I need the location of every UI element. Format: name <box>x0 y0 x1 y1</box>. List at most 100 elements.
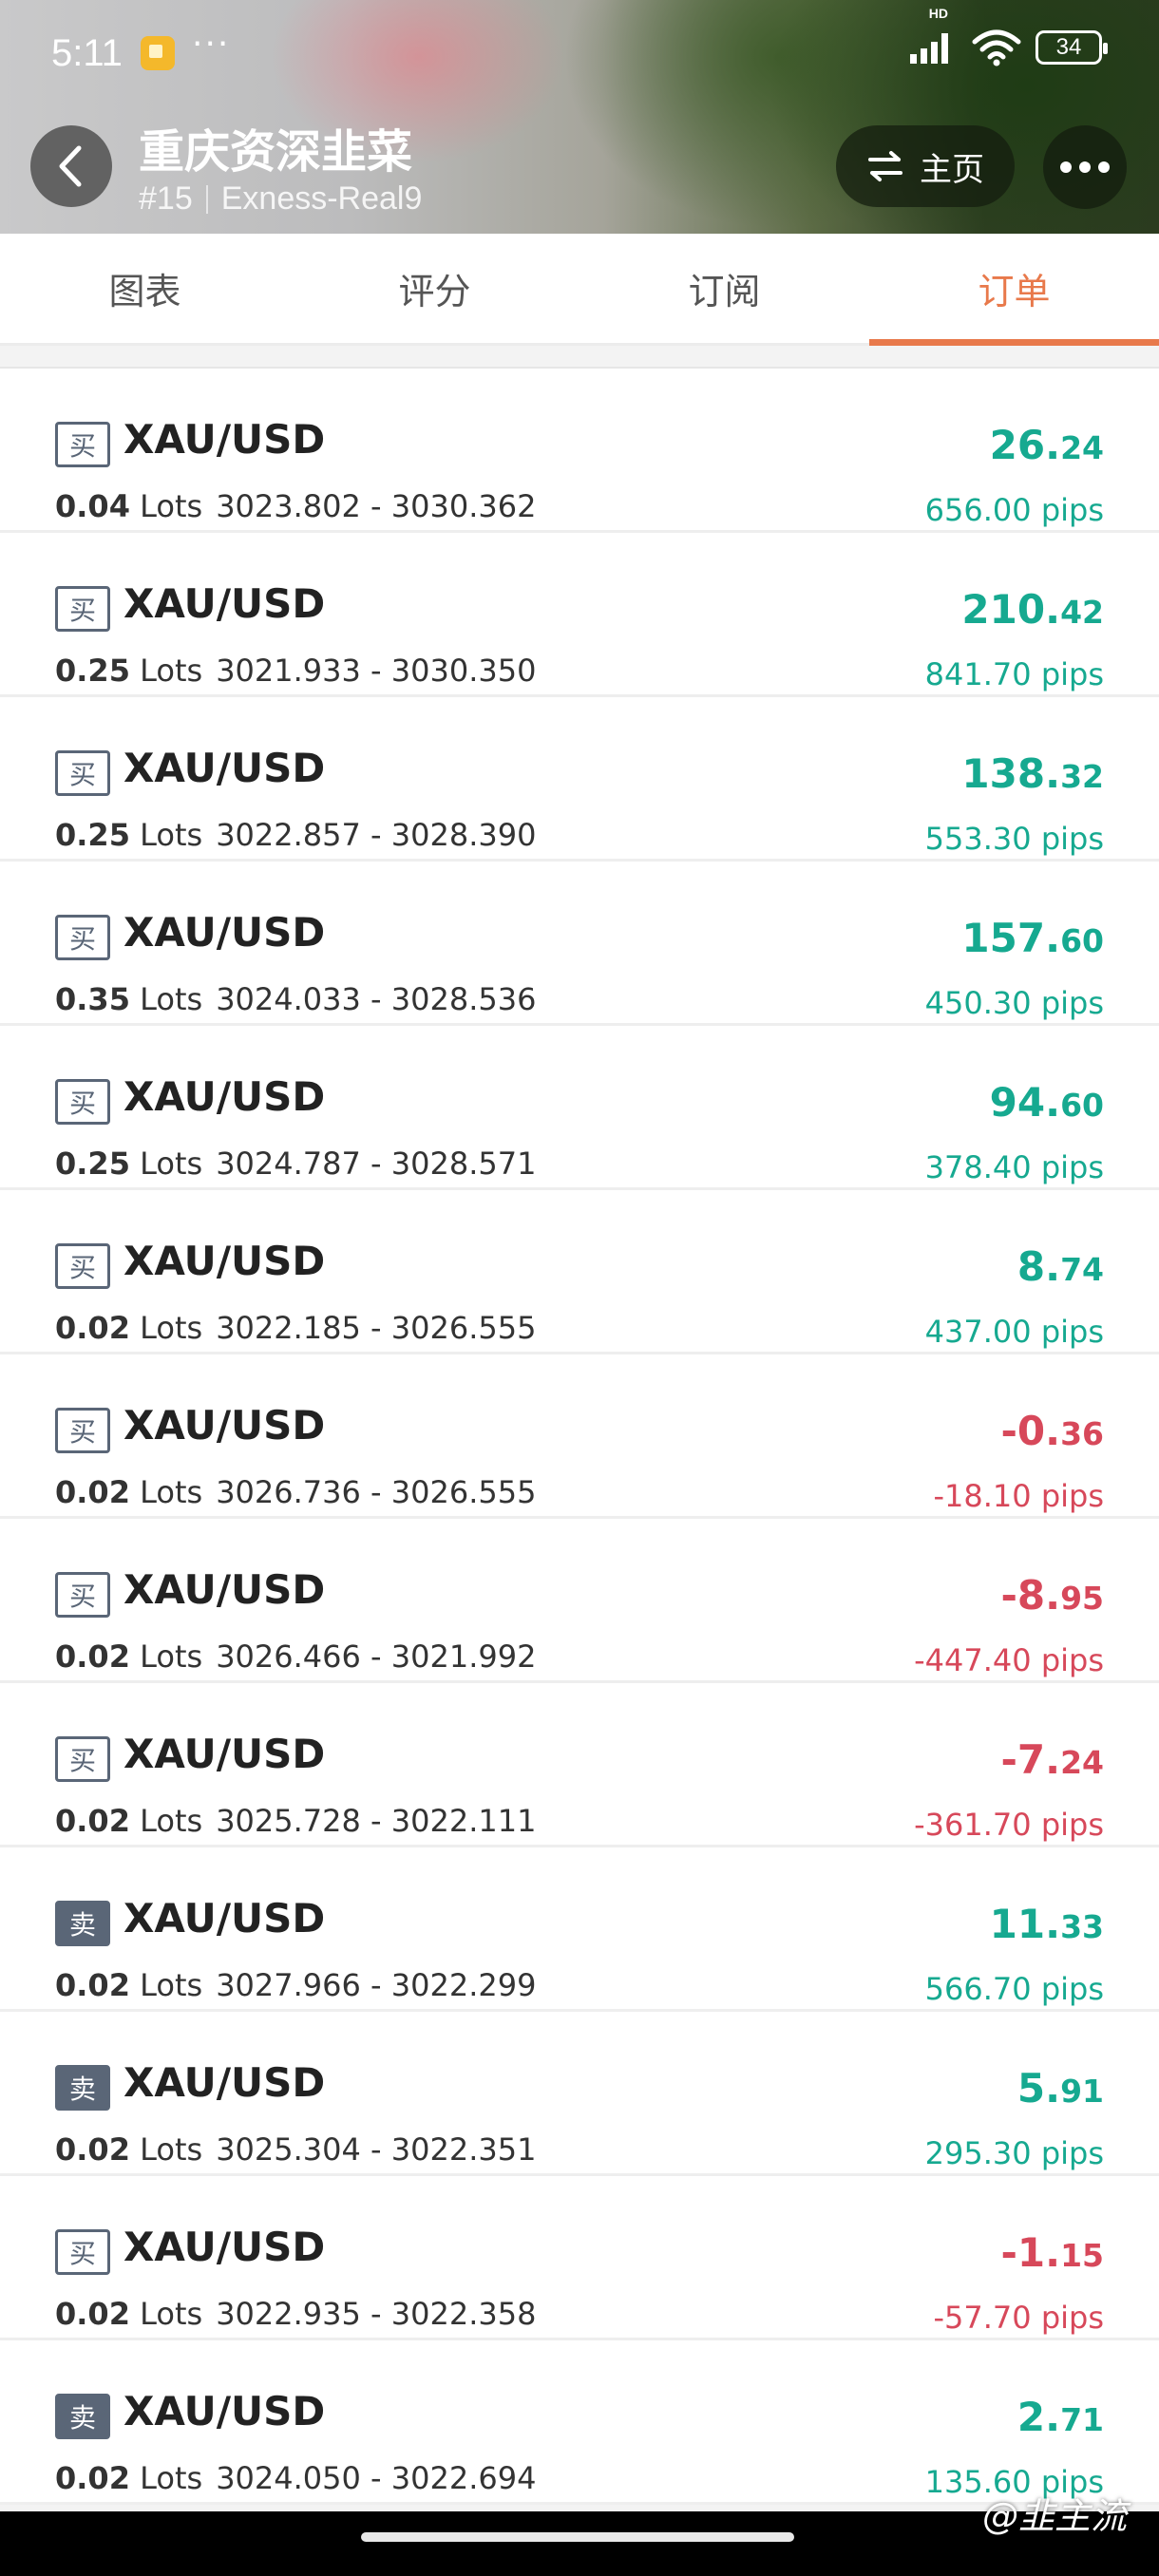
lots-unit: Lots <box>140 2460 203 2496</box>
more-dot <box>1079 161 1091 173</box>
order-lots: 0.02 <box>55 1967 130 2003</box>
order-row[interactable]: 买 XAU/USD 0.04 Lots 3023.802 - 3030.362 26.2… <box>0 369 1159 533</box>
signal-icon <box>910 33 948 64</box>
order-lots: 0.02 <box>55 2296 130 2332</box>
sell-badge: 卖 <box>55 2394 110 2439</box>
status-right-group: 34 <box>908 28 1108 66</box>
back-arrow-icon <box>59 145 82 187</box>
tab-bar: 图表 评分 订阅 订单 <box>0 234 1159 346</box>
order-lots: 0.02 <box>55 1803 130 1839</box>
order-symbol: XAU/USD <box>124 909 326 956</box>
order-row[interactable]: 买 XAU/USD 0.02 Lots 3026.736 - 3026.555 -0.3… <box>0 1354 1159 1519</box>
buy-badge: 买 <box>55 915 110 960</box>
order-prices: 3022.857 - 3028.390 <box>216 817 537 853</box>
pips-value: 656.00 <box>924 492 1032 528</box>
profit-integer: 138. <box>961 750 1061 797</box>
profit-integer: 2. <box>1016 2394 1061 2440</box>
order-detail: 0.02 Lots 3025.728 - 3022.111 <box>55 1803 536 1839</box>
order-lots: 0.25 <box>55 653 130 689</box>
pips-value: 295.30 <box>924 2135 1032 2171</box>
order-profit: -1.15 <box>1000 2229 1104 2276</box>
order-lots: 0.02 <box>55 1474 130 1510</box>
pips-unit: pips <box>1040 492 1104 528</box>
home-button[interactable]: 主页 <box>836 125 1015 207</box>
order-lots: 0.02 <box>55 1310 130 1346</box>
buy-badge: 买 <box>55 750 110 796</box>
order-pips: -57.70 pips <box>933 2300 1104 2336</box>
order-row[interactable]: 买 XAU/USD 0.35 Lots 3024.033 - 3028.536 157.… <box>0 862 1159 1026</box>
home-indicator[interactable] <box>361 2532 794 2542</box>
order-detail: 0.02 Lots 3025.304 - 3022.351 <box>55 2131 536 2168</box>
order-row[interactable]: 买 XAU/USD 0.25 Lots 3022.857 - 3028.390 138.… <box>0 697 1159 862</box>
order-profit: 138.32 <box>961 750 1104 797</box>
tab-chart[interactable]: 图表 <box>0 234 290 343</box>
watermark-text: @韭主流 <box>981 2495 1127 2537</box>
lots-unit: Lots <box>140 1803 203 1839</box>
order-prices: 3024.050 - 3022.694 <box>216 2460 537 2496</box>
order-list[interactable]: 买 XAU/USD 0.04 Lots 3023.802 - 3030.362 26.2… <box>0 346 1159 2511</box>
tab-rating[interactable]: 评分 <box>290 234 580 343</box>
pips-value: -18.10 <box>933 1478 1032 1514</box>
pips-unit: pips <box>1040 656 1104 692</box>
lots-unit: Lots <box>140 817 203 853</box>
subtitle-divider <box>205 184 208 214</box>
pips-value: -57.70 <box>933 2300 1032 2336</box>
tab-subscribe[interactable]: 订阅 <box>580 234 869 343</box>
order-lots: 0.02 <box>55 2460 130 2496</box>
notification-app-icon <box>141 36 175 70</box>
back-button[interactable] <box>30 125 112 207</box>
order-prices: 3022.185 - 3026.555 <box>216 1310 537 1346</box>
order-pips: 656.00 pips <box>925 492 1104 528</box>
more-dot <box>1098 161 1110 173</box>
buy-badge: 买 <box>55 1079 110 1125</box>
pips-value: 450.30 <box>924 985 1032 1021</box>
profit-integer: -1. <box>1000 2229 1061 2276</box>
page-title: 重庆资深韭菜 <box>139 125 413 179</box>
order-row[interactable]: 卖 XAU/USD 0.02 Lots 3027.966 - 3022.299 11.3… <box>0 1847 1159 2012</box>
order-pips: 553.30 pips <box>925 821 1104 857</box>
pips-value: 378.40 <box>924 1149 1032 1185</box>
lots-unit: Lots <box>140 1967 203 2003</box>
pips-value: -361.70 <box>914 1807 1032 1843</box>
order-profit: -8.95 <box>1000 1572 1104 1619</box>
profit-decimal: 32 <box>1060 758 1104 795</box>
order-row[interactable]: 买 XAU/USD 0.25 Lots 3024.787 - 3028.571 94.6… <box>0 1026 1159 1190</box>
order-pips: 295.30 pips <box>925 2135 1104 2171</box>
profit-integer: -7. <box>1000 1736 1061 1783</box>
order-row[interactable]: 买 XAU/USD 0.02 Lots 3026.466 - 3021.992 -8.9… <box>0 1519 1159 1683</box>
profit-decimal: 74 <box>1060 1251 1104 1288</box>
order-row[interactable]: 卖 XAU/USD 0.02 Lots 3024.050 - 3022.694 2.71… <box>0 2340 1159 2505</box>
pips-unit: pips <box>1040 2135 1104 2171</box>
order-detail: 0.02 Lots 3026.466 - 3021.992 <box>55 1638 536 1675</box>
order-rows: 买 XAU/USD 0.04 Lots 3023.802 - 3030.362 26.2… <box>0 369 1159 2505</box>
order-detail: 0.25 Lots 3021.933 - 3030.350 <box>55 653 536 689</box>
order-row[interactable]: 买 XAU/USD 0.02 Lots 3022.185 - 3026.555 8.74… <box>0 1190 1159 1354</box>
order-pips: 378.40 pips <box>925 1149 1104 1185</box>
profit-decimal: 71 <box>1060 2401 1104 2438</box>
pips-value: 841.70 <box>924 656 1032 692</box>
order-prices: 3027.966 - 3022.299 <box>216 1967 537 2003</box>
order-lots: 0.25 <box>55 817 130 853</box>
order-row[interactable]: 买 XAU/USD 0.25 Lots 3021.933 - 3030.350 210.… <box>0 533 1159 697</box>
order-symbol: XAU/USD <box>124 2388 326 2434</box>
profit-integer: 94. <box>989 1079 1061 1126</box>
tab-orders[interactable]: 订单 <box>869 234 1159 346</box>
order-prices: 3024.033 - 3028.536 <box>216 981 537 1017</box>
pips-value: 553.30 <box>924 821 1032 857</box>
lots-unit: Lots <box>140 2131 203 2168</box>
profit-integer: 210. <box>961 586 1061 633</box>
pips-unit: pips <box>1040 1478 1104 1514</box>
profit-decimal: 42 <box>1060 594 1104 631</box>
profit-integer: 8. <box>1016 1243 1061 1290</box>
order-pips: 450.30 pips <box>925 985 1104 1021</box>
order-detail: 0.02 Lots 3022.185 - 3026.555 <box>55 1310 536 1346</box>
order-row[interactable]: 卖 XAU/USD 0.02 Lots 3025.304 - 3022.351 5.91… <box>0 2012 1159 2176</box>
order-detail: 0.02 Lots 3027.966 - 3022.299 <box>55 1967 536 2003</box>
order-pips: -361.70 pips <box>914 1807 1104 1843</box>
order-row[interactable]: 买 XAU/USD 0.02 Lots 3022.935 - 3022.358 -1.1… <box>0 2176 1159 2340</box>
order-row[interactable]: 买 XAU/USD 0.02 Lots 3025.728 - 3022.111 -7.2… <box>0 1683 1159 1847</box>
profit-decimal: 24 <box>1060 429 1104 466</box>
order-prices: 3025.728 - 3022.111 <box>216 1803 537 1839</box>
order-detail: 0.02 Lots 3026.736 - 3026.555 <box>55 1474 536 1510</box>
more-options-button[interactable] <box>1043 125 1127 209</box>
